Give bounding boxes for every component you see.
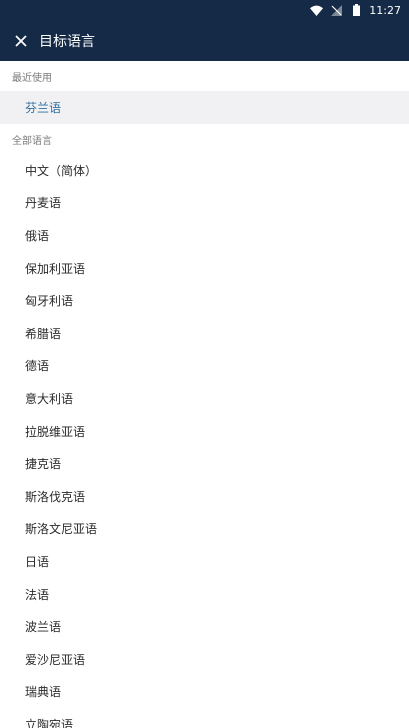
language-list[interactable]: 最近使用 芬兰语 全部语言 中文（简体） 丹麦语 俄语 保加利亚语 匈牙利语 希… — [0, 61, 409, 728]
language-label: 丹麦语 — [25, 196, 62, 211]
language-label: 日语 — [25, 554, 50, 569]
language-label: 希腊语 — [25, 326, 62, 341]
language-item[interactable]: 德语 — [0, 349, 409, 383]
language-label: 保加利亚语 — [25, 261, 86, 276]
section-header-all: 全部语言 — [0, 124, 409, 154]
signal-icon — [329, 3, 343, 17]
language-item[interactable]: 保加利亚语 — [0, 251, 409, 285]
language-label: 捷克语 — [25, 457, 62, 472]
language-item[interactable]: 爱沙尼亚语 — [0, 642, 409, 676]
language-item[interactable]: 中文（简体） — [0, 154, 409, 187]
language-item[interactable]: 丹麦语 — [0, 186, 409, 220]
language-item[interactable]: 法语 — [0, 577, 409, 611]
section-header-recent: 最近使用 — [0, 61, 409, 91]
language-item[interactable]: 瑞典语 — [0, 675, 409, 709]
language-label: 瑞典语 — [25, 685, 62, 700]
language-item[interactable]: 立陶宛语 — [0, 708, 409, 728]
language-item[interactable]: 希腊语 — [0, 316, 409, 350]
language-item[interactable]: 捷克语 — [0, 447, 409, 480]
language-label: 斯洛伐克语 — [25, 489, 86, 504]
language-item[interactable]: 俄语 — [0, 219, 409, 252]
status-bar: 11:27 — [0, 0, 409, 20]
language-label: 中文（简体） — [25, 163, 98, 178]
language-item[interactable]: 日语 — [0, 545, 409, 578]
language-label: 匈牙利语 — [25, 294, 74, 309]
language-label: 立陶宛语 — [25, 717, 74, 728]
language-item[interactable]: 拉脱维亚语 — [0, 414, 409, 448]
status-time: 11:27 — [369, 3, 401, 17]
close-icon — [15, 34, 27, 47]
language-label: 法语 — [25, 587, 50, 602]
language-label: 波兰语 — [25, 620, 62, 635]
app-bar: 目标语言 — [0, 20, 409, 61]
recent-language-item[interactable]: 芬兰语 — [0, 91, 409, 124]
wifi-icon — [309, 3, 323, 17]
language-item[interactable]: 波兰语 — [0, 610, 409, 643]
language-label: 爱沙尼亚语 — [25, 652, 86, 667]
language-item[interactable]: 斯洛文尼亚语 — [0, 512, 409, 546]
close-button[interactable] — [9, 29, 33, 53]
recent-language-label: 芬兰语 — [25, 101, 62, 115]
language-item[interactable]: 意大利语 — [0, 382, 409, 415]
language-label: 意大利语 — [25, 391, 74, 406]
language-label: 斯洛文尼亚语 — [25, 522, 98, 537]
language-item[interactable]: 匈牙利语 — [0, 284, 409, 317]
language-label: 德语 — [25, 359, 50, 374]
language-label: 俄语 — [25, 228, 50, 243]
language-item[interactable]: 斯洛伐克语 — [0, 479, 409, 513]
battery-icon — [349, 3, 363, 17]
page-title: 目标语言 — [39, 33, 95, 50]
language-label: 拉脱维亚语 — [25, 424, 86, 439]
